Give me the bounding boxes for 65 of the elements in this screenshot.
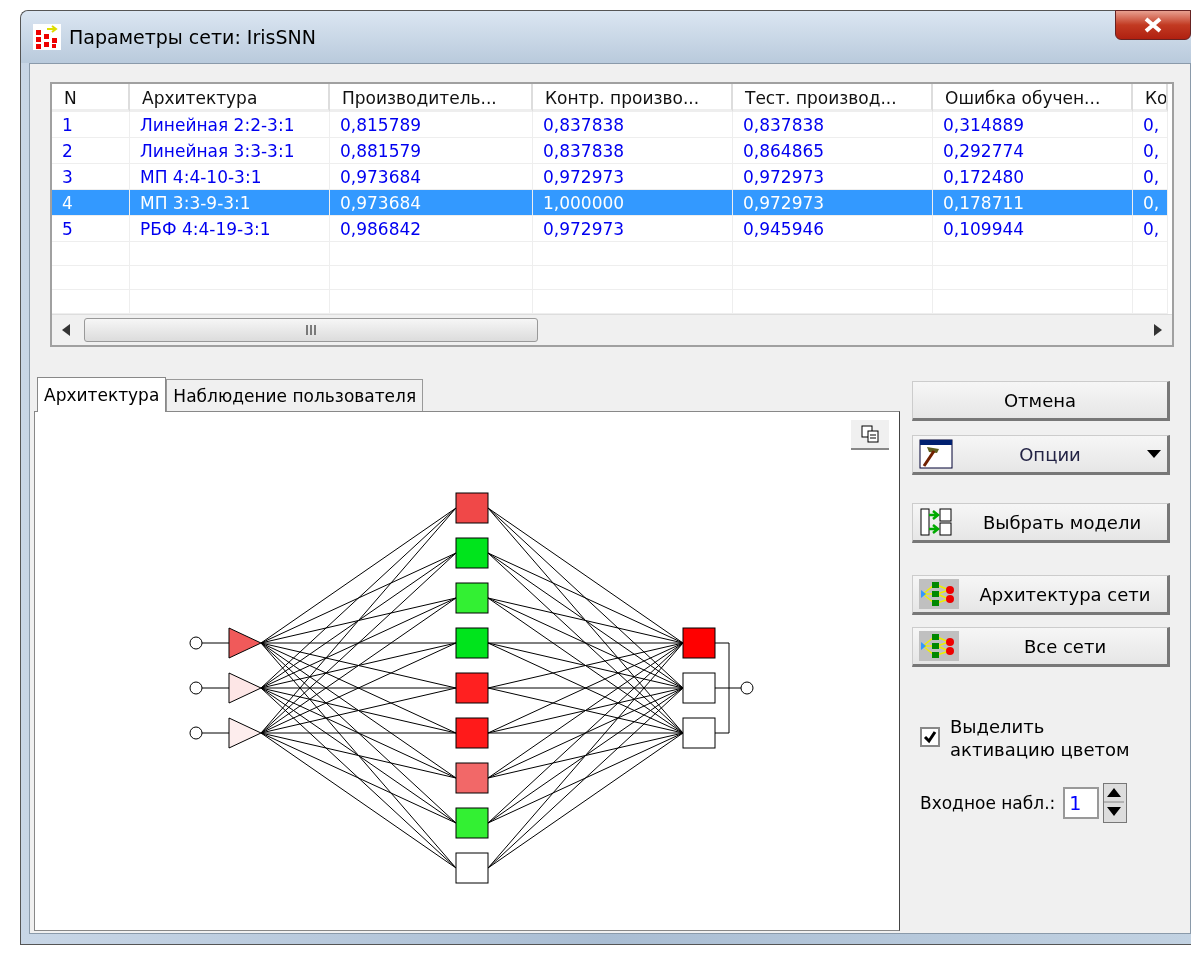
copy-button[interactable]	[851, 420, 889, 450]
input-terminal	[189, 726, 230, 740]
table-cell: Линейная 3:3-3:1	[130, 138, 330, 164]
table-cell: РБФ 4:4-19-3:1	[130, 216, 330, 242]
table-cell: 0,972973	[533, 216, 733, 242]
action-button[interactable]: Выбрать модели	[912, 503, 1170, 543]
scroll-right-icon[interactable]	[1154, 324, 1162, 336]
window-title: Параметры сети: IrisSNN	[69, 26, 316, 48]
column-header[interactable]: Производитель...	[330, 84, 533, 112]
table-cell: 0,881579	[330, 138, 533, 164]
close-icon	[1143, 17, 1163, 33]
table-cell: МП 3:3-9-3:1	[130, 190, 330, 216]
network-icon	[919, 579, 959, 609]
dropdown-caret-icon	[1147, 450, 1161, 458]
table-cell: 0,815789	[330, 112, 533, 138]
table-cell: 0,973684	[330, 190, 533, 216]
transfer-icon	[919, 507, 953, 537]
column-header[interactable]: Тест. производ...	[733, 84, 933, 112]
column-header[interactable]: N	[52, 84, 130, 112]
table-cell: 0,837838	[533, 112, 733, 138]
table-cell: 2	[52, 138, 130, 164]
column-header[interactable]: Контр. произво...	[533, 84, 733, 112]
column-header[interactable]: Ошибка обучен...	[933, 84, 1133, 112]
table-cell: 0,314889	[933, 112, 1133, 138]
table-cell: 0,	[1133, 190, 1168, 216]
action-button[interactable]: Отмена	[912, 381, 1170, 421]
action-button[interactable]: Опции	[912, 435, 1170, 475]
action-button[interactable]: Архитектура сети	[912, 575, 1170, 615]
network-icon	[919, 631, 959, 661]
table-cell: 0,837838	[533, 138, 733, 164]
table-cell: 0,178711	[933, 190, 1133, 216]
table-cell: 0,864865	[733, 138, 933, 164]
table-cell: 0,292774	[933, 138, 1133, 164]
table-cell: 0,	[1133, 112, 1168, 138]
checkbox-label[interactable]: Выделить активацию цветом	[950, 715, 1130, 761]
spin-buttons[interactable]	[1103, 783, 1128, 823]
horizontal-scrollbar[interactable]	[52, 314, 1172, 345]
tab[interactable]: Архитектура	[37, 377, 167, 412]
column-header[interactable]: Ко	[1133, 84, 1168, 112]
table-cell: 0,	[1133, 138, 1168, 164]
table-cell: 5	[52, 216, 130, 242]
table-cell: 4	[52, 190, 130, 216]
table-cell: 0,109944	[933, 216, 1133, 242]
scrollbar-thumb[interactable]	[84, 318, 538, 342]
table-cell: 0,837838	[733, 112, 933, 138]
hammer-icon	[919, 439, 953, 469]
app-icon	[33, 24, 61, 50]
table-cell: 0,	[1133, 216, 1168, 242]
table-cell: 1,000000	[533, 190, 733, 216]
input-terminal	[189, 636, 230, 650]
input-terminal	[189, 681, 230, 695]
table-cell: 0,986842	[330, 216, 533, 242]
action-button[interactable]: Все сети	[912, 627, 1170, 667]
close-button[interactable]	[1115, 10, 1191, 40]
table-cell: 0,972973	[733, 190, 933, 216]
table-cell: 0,945946	[733, 216, 933, 242]
tab[interactable]: Наблюдение пользователя	[166, 379, 424, 411]
field-label: Входное набл.:	[920, 793, 1056, 813]
table-cell: 1	[52, 112, 130, 138]
checkbox[interactable]	[920, 727, 940, 747]
table-cell: Линейная 2:2-3:1	[130, 112, 330, 138]
input-field[interactable]: 1	[1063, 787, 1100, 819]
copy-icon	[860, 424, 880, 444]
scroll-left-icon[interactable]	[62, 324, 70, 336]
column-header[interactable]: Архитектура	[130, 84, 330, 112]
